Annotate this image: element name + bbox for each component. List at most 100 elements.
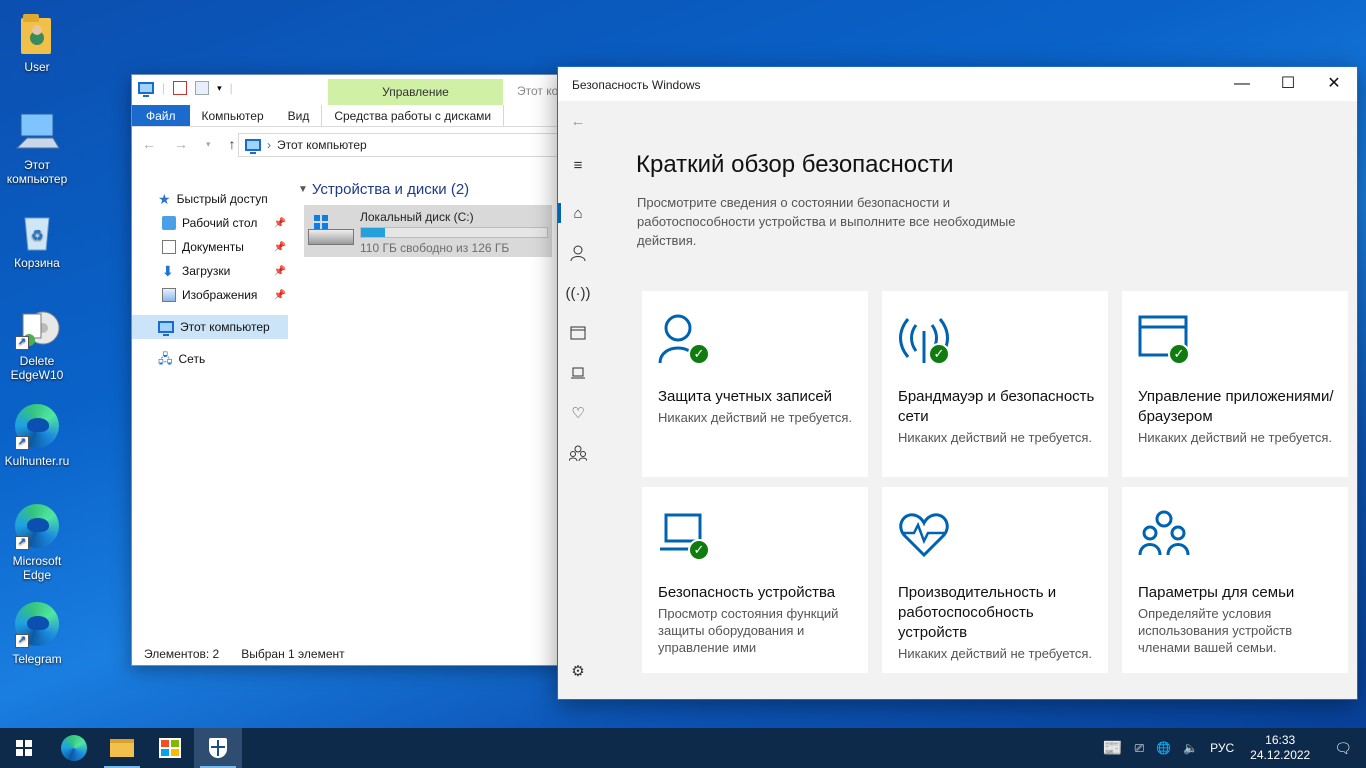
firewall-icon: ✓ [898,313,950,365]
new-folder-icon[interactable] [195,81,210,95]
desktop-icon-telegram[interactable]: ↗ Telegram [0,600,74,666]
pin-icon[interactable]: 📌 [274,242,286,253]
sidebar-item-desktop[interactable]: Рабочий стол 📌 [132,211,288,235]
navigation-rail: ← ≡ ⌂ ((·)) ♡ ⚙ [558,101,598,699]
computer-icon [245,139,261,154]
sidebar-item-network[interactable]: 🖧 Сеть [132,347,288,371]
device-security-icon: ✓ [658,509,710,561]
firewall-icon[interactable]: ((·)) [558,273,598,313]
tab-computer[interactable]: Компьютер [190,105,276,126]
family-icon[interactable] [558,433,598,473]
news-widget-icon[interactable]: 📰 [1097,738,1129,758]
chevron-down-icon[interactable]: ▾ [217,83,222,94]
drive-usage-bar [360,227,548,238]
back-arrow-icon[interactable]: ← [142,136,156,152]
pin-icon[interactable]: 📌 [274,290,286,301]
tab-view[interactable]: Вид [276,105,322,126]
ribbon-context-group[interactable]: Управление [328,79,503,105]
check-icon: ✓ [1168,343,1190,365]
shield-icon [209,738,227,758]
forward-arrow-icon[interactable]: → [174,136,188,152]
sidebar-item-this-pc[interactable]: Этот компьютер [132,315,288,339]
file-explorer-window: | ▾ | Управление Этот ко Файл Компьютер … [131,74,564,666]
sidebar-item-label: Загрузки [182,264,231,278]
desktop-icon-label: Kulhunter.ru [4,454,70,468]
tab-drive-tools[interactable]: Средства работы с дисками [321,105,505,126]
start-button[interactable] [0,728,48,768]
sidebar-item-quick-access[interactable]: ★ Быстрый доступ [132,187,288,211]
desktop-icon-this-pc[interactable]: Этот компьютер [0,108,74,186]
store-icon [159,738,181,758]
tile-family-options[interactable]: Параметры для семьи Определяйте условия … [1122,487,1348,673]
ribbon-tabs: Файл Компьютер Вид Средства работы с дис… [132,105,560,127]
clock-date: 24.12.2022 [1250,748,1311,762]
sidebar-item-label: Документы [182,240,244,254]
tile-device-security[interactable]: ✓ Безопасность устройства Просмотр состо… [642,487,868,673]
desktop-icon-delete-edge[interactable]: ↗ Delete EdgeW10 [0,304,74,382]
tile-status: Никаких действий не требуется. [1138,430,1333,445]
app-browser-icon[interactable] [558,313,598,353]
windows-logo-icon [314,215,328,229]
back-arrow-icon[interactable]: ← [558,101,598,141]
tile-device-health[interactable]: Производительность и работоспособность у… [882,487,1108,673]
pin-icon[interactable]: 📌 [274,218,286,229]
computer-icon [13,108,61,156]
sidebar-item-pictures[interactable]: Изображения 📌 [132,283,288,307]
minimize-button[interactable]: — [1219,67,1265,101]
tab-file[interactable]: Файл [132,105,190,126]
desktop-icon-recycle-bin[interactable]: ♻ Корзина [0,206,74,270]
tile-title: Защита учетных записей [658,388,833,405]
explorer-titlebar: | ▾ | Управление Этот ко [132,75,560,105]
address-bar[interactable]: › Этот компьютер [238,133,564,157]
recycle-bin-icon: ♻ [13,206,61,254]
desktop-icon-label: Microsoft Edge [12,554,62,582]
desktop-icon-kulhunter[interactable]: ↗ Kulhunter.ru [0,402,74,468]
settings-gear-icon[interactable]: ⚙ [558,651,598,691]
tile-app-browser[interactable]: ✓ Управление приложениями/браузером Ника… [1122,291,1348,477]
taskbar: 📰 ⎚ 🌐 🔈 РУС 16:33 24.12.2022 🗨 [0,728,1366,768]
meet-now-icon[interactable]: ⎚ [1129,741,1151,756]
taskbar-security-button[interactable] [194,728,242,768]
maximize-button[interactable]: ☐ [1265,67,1311,101]
star-icon: ★ [158,191,171,207]
recent-locations-chevron-icon[interactable]: ▾ [206,139,211,150]
tile-title: Параметры для семьи [1138,584,1295,601]
hamburger-menu-icon[interactable]: ≡ [558,145,598,185]
notifications-icon[interactable]: 🗨 [1320,740,1366,757]
sidebar-item-downloads[interactable]: ⬇ Загрузки 📌 [132,259,288,283]
home-icon[interactable]: ⌂ [558,193,598,233]
account-icon[interactable] [558,233,598,273]
clock-time: 16:33 [1265,733,1296,747]
check-icon: ✓ [928,343,950,365]
computer-icon [138,82,154,97]
tile-firewall[interactable]: ✓ Брандмауэр и безопасность сети Никаких… [882,291,1108,477]
group-header[interactable]: ▼ Устройства и диски (2) [298,181,560,198]
page-title: Краткий обзор безопасности [636,151,954,178]
desktop-icon-microsoft-edge[interactable]: ↗ Microsoft Edge [0,502,74,582]
properties-icon[interactable] [173,81,188,95]
health-icon[interactable]: ♡ [558,393,598,433]
tile-title: Управление приложениями/браузером [1138,388,1334,425]
taskbar-explorer-button[interactable] [98,728,146,768]
language-indicator[interactable]: РУС [1204,741,1240,755]
network-globe-icon[interactable]: 🌐 [1150,741,1177,755]
close-button[interactable]: ✕ [1311,67,1357,101]
sidebar-item-documents[interactable]: Документы 📌 [132,235,288,259]
edge-icon: ↗ [13,404,61,452]
check-icon: ✓ [688,539,710,561]
pin-icon[interactable]: 📌 [274,266,286,277]
sidebar-item-label: Быстрый доступ [176,192,268,206]
desktop-icon-label: Delete EdgeW10 [10,354,64,382]
taskbar-store-button[interactable] [146,728,194,768]
up-arrow-icon[interactable]: ↑ [229,136,236,152]
drive-item-c[interactable]: Локальный диск (C:) 110 ГБ свободно из 1… [304,205,552,257]
desktop-icon-label: Этот компьютер [6,158,68,186]
taskbar-edge-button[interactable] [50,728,98,768]
navigation-bar: ← → ▾ ↑ › Этот компьютер [132,127,564,161]
desktop-icon-user[interactable]: User [0,10,74,74]
tile-status: Определяйте условия использования устрой… [1138,606,1293,655]
device-security-icon[interactable] [558,353,598,393]
tile-account-protection[interactable]: ✓ Защита учетных записей Никаких действи… [642,291,868,477]
volume-icon[interactable]: 🔈 [1177,741,1204,755]
clock[interactable]: 16:33 24.12.2022 [1240,733,1320,763]
